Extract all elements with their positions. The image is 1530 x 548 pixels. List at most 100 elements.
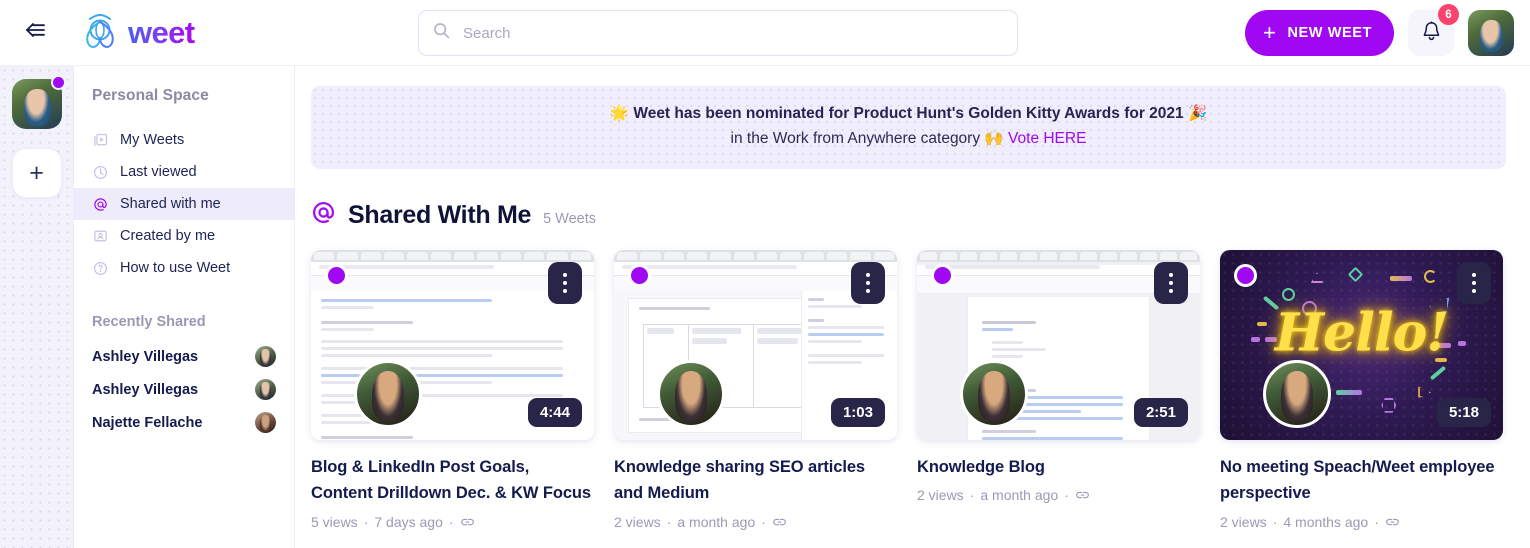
collapse-sidebar-button[interactable] xyxy=(17,15,53,51)
meta-separator: · xyxy=(666,514,672,531)
weet-title[interactable]: Knowledge sharing SEO articles and Mediu… xyxy=(614,454,897,507)
brand-name: weet xyxy=(128,14,195,50)
recording-indicator-dot xyxy=(325,263,348,287)
presenter-avatar xyxy=(354,359,422,428)
sidebar-item-my-weets[interactable]: My Weets xyxy=(74,124,294,156)
weet-title[interactable]: Knowledge Blog xyxy=(917,454,1200,481)
section-header: Shared With Me 5 Weets xyxy=(311,198,1518,230)
sidebar-item-label: Shared with me xyxy=(120,196,221,212)
search-container xyxy=(418,10,1018,56)
workspace-avatar[interactable] xyxy=(11,75,66,129)
sidebar-item-how-to-use-weet[interactable]: How to use Weet xyxy=(74,252,294,284)
user-avatar[interactable] xyxy=(1468,10,1514,56)
app-body: + Personal Space My Weets Last viewed Sh… xyxy=(0,66,1530,548)
link-icon[interactable] xyxy=(1385,516,1400,528)
weet-meta: 2 views · a month ago · xyxy=(917,487,1200,503)
contact-name: Ashley Villegas xyxy=(92,381,199,398)
sidebar-item-created-by-me[interactable]: Created by me xyxy=(74,220,294,252)
meta-separator: · xyxy=(969,487,975,504)
confetti-shape xyxy=(1347,266,1364,282)
video-duration-badge: 1:03 xyxy=(830,397,885,427)
confetti-shape xyxy=(1430,365,1447,381)
plus-icon: + xyxy=(29,158,44,187)
banner-line-2: in the Work from Anywhere category 🙌 Vot… xyxy=(321,127,1496,152)
weet-timestamp: 4 months ago xyxy=(1283,514,1369,531)
weet-meta: 2 views · a month ago · xyxy=(614,514,897,530)
presenter-avatar xyxy=(657,359,725,428)
vote-here-link[interactable]: Vote HERE xyxy=(1008,130,1086,147)
confetti-shape xyxy=(1418,386,1432,399)
meta-separator: · xyxy=(1374,514,1379,531)
link-icon[interactable] xyxy=(1075,489,1090,501)
weet-card[interactable]: Hello! 5:18 No meeting Speach/Weet emplo… xyxy=(1220,249,1503,530)
view-count: 2 views xyxy=(614,514,661,531)
at-sign-icon xyxy=(311,200,336,230)
search-input[interactable] xyxy=(463,24,1003,42)
sidebar-item-label: Last viewed xyxy=(120,164,197,180)
sidebar-item-shared-with-me[interactable]: Shared with me xyxy=(74,188,294,220)
hello-neon-text: Hello! xyxy=(1274,302,1449,364)
view-count: 2 views xyxy=(917,487,964,504)
video-duration-badge: 2:51 xyxy=(1133,397,1188,427)
sidebar: Personal Space My Weets Last viewed Shar… xyxy=(74,66,295,548)
brand-logo[interactable]: weet xyxy=(79,13,195,53)
confetti-shape xyxy=(1336,390,1363,396)
raised-hands-emoji: 🙌 xyxy=(984,129,1004,147)
sidebar-item-last-viewed[interactable]: Last viewed xyxy=(74,156,294,188)
confetti-shape xyxy=(1423,270,1437,284)
card-menu-button[interactable] xyxy=(1154,261,1188,304)
presenter-avatar xyxy=(960,359,1028,428)
confetti-shape xyxy=(1381,397,1397,413)
weet-timestamp: 7 days ago xyxy=(374,514,443,531)
banner-line-1: 🌟 Weet has been nominated for Product Hu… xyxy=(321,102,1496,127)
space-title: Personal Space xyxy=(92,87,209,104)
weet-card-grid: 4:44 Blog & LinkedIn Post Goals, Content… xyxy=(311,249,1518,531)
view-count: 2 views xyxy=(1220,514,1267,531)
question-circle-icon xyxy=(92,260,108,276)
video-duration-badge: 4:44 xyxy=(527,397,582,427)
weet-meta: 2 views · 4 months ago · xyxy=(1220,514,1503,530)
clock-icon xyxy=(92,164,108,180)
card-menu-button[interactable] xyxy=(1457,261,1491,304)
recently-shared-item[interactable]: Najette Fellache xyxy=(74,406,294,439)
confetti-shape xyxy=(1310,272,1324,284)
sidebar-item-label: Created by me xyxy=(120,228,216,244)
weet-title[interactable]: No meeting Speach/Weet employee perspect… xyxy=(1220,454,1503,507)
link-icon[interactable] xyxy=(772,516,787,528)
recently-shared-item[interactable]: Ashley Villegas xyxy=(74,340,294,373)
id-card-icon xyxy=(92,228,108,244)
new-weet-button[interactable]: + NEW WEET xyxy=(1245,10,1394,56)
weet-thumbnail[interactable]: 2:51 xyxy=(917,249,1200,440)
at-sign-icon xyxy=(92,196,108,212)
card-menu-button[interactable] xyxy=(851,261,885,304)
recording-indicator-dot xyxy=(931,263,954,287)
notifications-button[interactable]: 6 xyxy=(1408,4,1459,56)
new-weet-label: NEW WEET xyxy=(1287,25,1372,41)
weet-thumbnail[interactable]: 4:44 xyxy=(311,249,594,440)
card-menu-button[interactable] xyxy=(548,261,582,304)
workspace-rail: + xyxy=(0,66,74,548)
bell-icon xyxy=(1421,20,1442,47)
page-title: Shared With Me xyxy=(348,200,532,229)
weet-card[interactable]: 1:03 Knowledge sharing SEO articles and … xyxy=(614,249,897,530)
meta-separator: · xyxy=(761,514,766,531)
weet-thumbnail[interactable]: 1:03 xyxy=(614,249,897,440)
link-icon[interactable] xyxy=(460,516,475,528)
video-library-icon xyxy=(92,132,108,148)
weet-timestamp: a month ago xyxy=(980,487,1059,504)
confetti-shape xyxy=(1282,287,1296,301)
plus-icon: + xyxy=(1263,20,1277,45)
weet-thumbnail[interactable]: Hello! 5:18 xyxy=(1220,249,1503,440)
collapse-sidebar-icon xyxy=(24,22,46,43)
weet-timestamp: a month ago xyxy=(677,514,756,531)
add-workspace-button[interactable]: + xyxy=(11,148,62,198)
recently-shared-item[interactable]: Ashley Villegas xyxy=(74,373,294,406)
meta-separator: · xyxy=(448,514,454,531)
contact-avatar xyxy=(255,379,276,400)
contact-name: Najette Fellache xyxy=(92,414,203,431)
weet-card[interactable]: 4:44 Blog & LinkedIn Post Goals, Content… xyxy=(311,249,594,531)
banner-text-1: Weet has been nominated for Product Hunt… xyxy=(633,105,1184,122)
search-box[interactable] xyxy=(418,10,1018,56)
weet-title[interactable]: Blog & LinkedIn Post Goals, Content Dril… xyxy=(311,454,594,507)
weet-card[interactable]: 2:51 Knowledge Blog 2 views · a month ag… xyxy=(917,249,1200,530)
